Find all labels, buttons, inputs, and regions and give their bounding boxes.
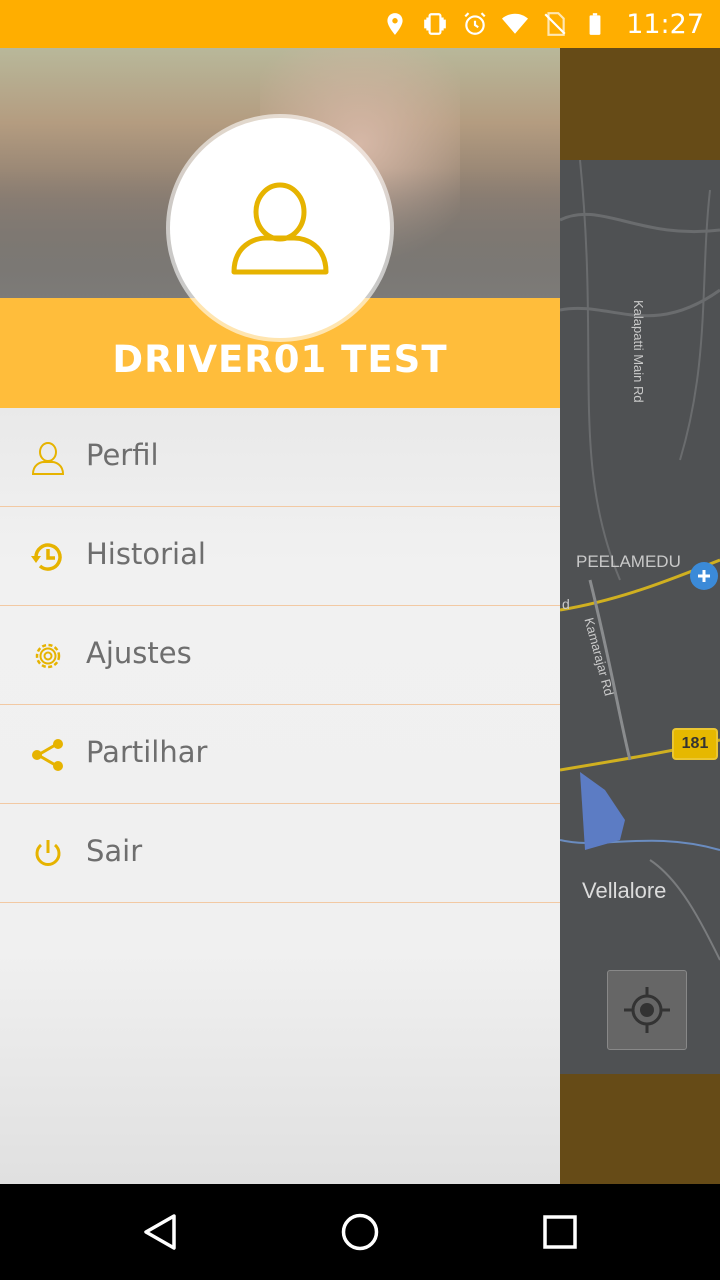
map-roads bbox=[560, 160, 720, 961]
menu-item-label: Ajustes bbox=[86, 636, 192, 670]
user-icon bbox=[231, 182, 329, 275]
back-icon[interactable] bbox=[140, 1212, 180, 1252]
menu-item-label: Historial bbox=[86, 537, 206, 571]
status-bar: 11:27 bbox=[0, 0, 720, 48]
menu-item-historial[interactable]: Historial bbox=[0, 507, 560, 606]
history-icon bbox=[31, 543, 62, 571]
map-label-road3: d bbox=[562, 596, 570, 612]
navigation-drawer: DRIVER01 TEST Perfil Historial Ajustes P… bbox=[0, 48, 560, 1184]
system-nav-bar bbox=[0, 1184, 720, 1280]
menu-item-label: Partilhar bbox=[86, 735, 208, 769]
alarm-icon bbox=[464, 12, 486, 35]
status-time: 11:27 bbox=[626, 8, 704, 40]
drawer-menu: Perfil Historial Ajustes Partilhar Sair bbox=[0, 408, 560, 903]
my-location-button[interactable] bbox=[607, 970, 687, 1050]
menu-item-perfil[interactable]: Perfil bbox=[0, 408, 560, 507]
avatar[interactable] bbox=[170, 118, 390, 338]
map-label-town: Vellalore bbox=[582, 878, 667, 903]
user-icon bbox=[31, 442, 65, 475]
location-icon bbox=[387, 13, 403, 35]
menu-item-sair[interactable]: Sair bbox=[0, 804, 560, 903]
share-icon bbox=[32, 739, 63, 771]
wifi-icon bbox=[502, 13, 529, 34]
menu-item-label: Perfil bbox=[86, 438, 159, 472]
menu-item-partilhar[interactable]: Partilhar bbox=[0, 705, 560, 804]
gear-icon bbox=[35, 643, 61, 669]
menu-item-label: Sair bbox=[86, 834, 143, 868]
recents-icon[interactable] bbox=[540, 1212, 580, 1252]
map-view[interactable]: Kalapatti Main Rd PEELAMEDU d Kamarajar … bbox=[560, 160, 720, 1074]
crosshair-icon bbox=[624, 987, 670, 1033]
home-icon[interactable] bbox=[340, 1212, 380, 1252]
map-label-road1: Kalapatti Main Rd bbox=[631, 300, 646, 403]
menu-item-ajustes[interactable]: Ajustes bbox=[0, 606, 560, 705]
driver-name: DRIVER01 TEST bbox=[112, 338, 448, 381]
battery-icon bbox=[589, 13, 601, 35]
highway-badge: 181 bbox=[672, 728, 718, 760]
power-icon bbox=[35, 840, 61, 866]
vibrate-icon bbox=[424, 13, 447, 35]
no-sim-icon bbox=[544, 12, 566, 36]
map-label-area: PEELAMEDU bbox=[576, 552, 681, 571]
